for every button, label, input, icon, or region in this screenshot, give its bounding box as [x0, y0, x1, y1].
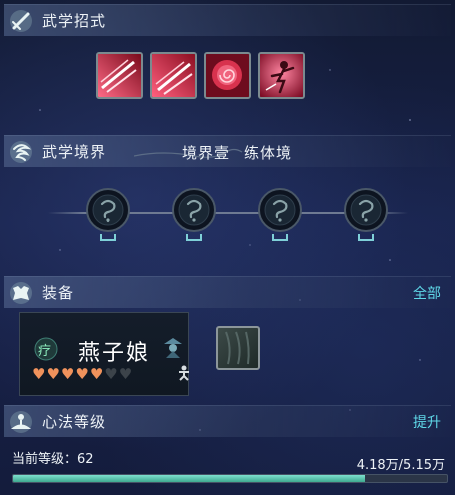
- heart-icon: ♥: [46, 365, 60, 383]
- experience-text: 4.18万/5.15万: [356, 458, 445, 473]
- experience-bar-fill: [13, 475, 365, 482]
- equipment-title: 装备: [42, 284, 75, 302]
- equipment-name: 燕子娘: [78, 341, 151, 366]
- realm-node-4[interactable]: [344, 188, 388, 248]
- realm-stage-name: 练体境: [244, 144, 293, 162]
- equipment-all-link[interactable]: 全部: [413, 283, 441, 303]
- heal-badge-text: 疗: [38, 344, 52, 359]
- experience-bar: [12, 474, 448, 483]
- spiral-wind-icon: [8, 139, 34, 165]
- hat-figure-icon: [164, 338, 182, 358]
- heart-icon: ♥: [75, 365, 89, 383]
- cloth-texture-icon: [225, 331, 250, 365]
- skill-slot-2[interactable]: [150, 52, 197, 99]
- heart-icon: ♥: [32, 365, 46, 383]
- dancer-figure-icon: [260, 54, 303, 97]
- sword-slash-icon: [8, 8, 34, 34]
- equipment-header: 装备 全部: [4, 276, 451, 308]
- heart-icon: ♥: [60, 365, 75, 383]
- mind-method-header: 心法等级 提升: [4, 405, 451, 437]
- armor-icon: [8, 280, 34, 306]
- heart-empty-icon: ♥: [118, 365, 133, 383]
- realm-node-1[interactable]: [86, 188, 130, 248]
- meditation-icon: [8, 409, 34, 435]
- empty-equipment-slot[interactable]: [216, 326, 260, 370]
- heart-icon: ♥: [89, 365, 104, 383]
- realm-node-2[interactable]: [172, 188, 216, 248]
- equipment-card[interactable]: 疗 燕子娘 ♥ ♥ ♥ ♥ ♥ ♥ ♥: [19, 312, 189, 396]
- martial-moves-title: 武学招式: [42, 12, 107, 30]
- character-figure-icon: [179, 365, 189, 381]
- locked-swirl-icon: [172, 188, 216, 241]
- locked-swirl-icon: [344, 188, 388, 241]
- martial-moves-header: 武学招式: [4, 4, 451, 36]
- claw-slash-icon: [98, 54, 141, 97]
- upgrade-link[interactable]: 提升: [413, 412, 441, 432]
- heart-empty-icon: ♥: [104, 365, 118, 383]
- realm-node-3[interactable]: [258, 188, 302, 248]
- skill-slot-3[interactable]: [204, 52, 251, 99]
- locked-swirl-icon: [86, 188, 130, 241]
- realm-level-name: 境界壹: [182, 144, 231, 162]
- realm-title: 武学境界: [42, 143, 107, 161]
- skill-slot-1[interactable]: [96, 52, 143, 99]
- current-level-text: 当前等级：62: [12, 452, 94, 467]
- claw-slash-icon: [152, 54, 195, 97]
- heart-rating: ♥ ♥ ♥ ♥ ♥ ♥ ♥: [32, 365, 132, 383]
- mind-method-title: 心法等级: [42, 413, 107, 431]
- rose-swirl-icon: [206, 54, 249, 97]
- skill-slot-4[interactable]: [258, 52, 305, 99]
- skill-list: [96, 52, 305, 99]
- locked-swirl-icon: [258, 188, 302, 241]
